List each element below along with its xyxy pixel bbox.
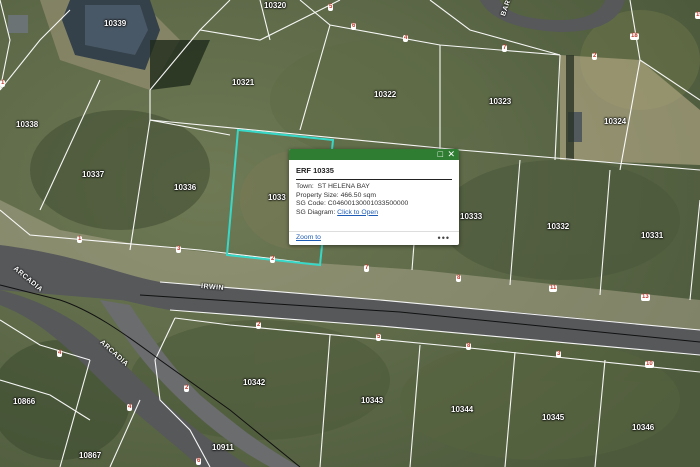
segment-number: 1 [0,80,6,87]
popup-divider [296,179,452,180]
popup-row-sg-code: SG Code: C04600130001033500000 [296,200,459,209]
popup-row-town: Town: ST HELENA BAY [296,183,459,192]
segment-number: 7 [364,265,370,272]
segment-number: 3 [176,246,182,253]
parcel-label: 10344 [451,405,474,414]
parcel-label: 10866 [13,397,36,406]
segment-number: 11 [549,285,558,292]
sg-code-label: SG Code: [296,200,326,207]
parcel-info-popup: □ ✕ ERF 10335 Town: ST HELENA BAY Proper… [289,149,459,245]
town-value: ST HELENA BAY [317,183,370,190]
segment-number: 18 [630,33,639,40]
segment-number: 10 [645,361,654,368]
parcel-label: 10321 [232,78,255,87]
parcel-label: 10911 [212,443,234,452]
segment-number: 7 [502,45,508,52]
popup-footer: Zoom to ••• [289,231,459,245]
zoom-to-link[interactable]: Zoom to [296,234,321,241]
parcel-label: 10343 [361,396,384,405]
parcel-label: 10331 [641,231,664,240]
segment-number: 4 [127,404,133,411]
parcel-label: 10336 [174,183,197,192]
more-options-icon[interactable]: ••• [438,233,450,243]
size-label: Property Size: [296,191,339,199]
segment-number: 4 [403,35,409,42]
parcel-label: 10337 [82,170,105,179]
parcel-label: 10346 [632,423,655,432]
town-label: Town: [296,183,314,190]
popup-header: □ ✕ [289,149,459,160]
segment-number: 6 [351,23,357,30]
parcel-label: 10345 [542,413,565,422]
size-value: 466.50 sqm [340,191,377,199]
segment-number: 4 [57,350,63,357]
parcel-label: 10342 [243,378,266,387]
segment-number: 2 [256,322,262,329]
sg-diagram-link[interactable]: Click to Open [337,209,378,216]
segment-number: 2 [270,256,276,263]
segment-number: 8 [456,275,462,282]
segment-number: 19 [695,12,700,19]
parcel-label: 10332 [547,222,570,231]
parcel-label: 10339 [104,19,127,28]
close-icon[interactable]: ✕ [447,149,455,160]
sg-code-value: C04600130001033500000 [327,200,409,207]
parcel-label: 10333 [460,212,483,221]
segment-number: 2 [592,53,598,60]
parcel-label: 10323 [489,97,512,106]
parcel-label: 10338 [16,120,39,129]
popup-row-sg-diagram: SG Diagram: Click to Open [296,209,459,218]
segment-number: 5 [376,334,382,341]
parcel-label-selected: 1033 [268,193,286,202]
segment-number: 5 [328,4,334,11]
parcel-label: 10324 [604,117,627,126]
segment-number: 1 [77,236,83,243]
segment-number: 13 [641,294,650,301]
segment-number: 8 [466,343,472,350]
popup-row-size: Property Size: 466.50 sqm [296,192,459,201]
maximize-icon[interactable]: □ [438,149,443,160]
popup-title: ERF 10335 [296,166,334,175]
parcel-label: 10320 [264,1,287,10]
parcel-label: 10867 [79,451,102,460]
segment-number: 6 [196,458,202,465]
segment-number: 3 [556,351,562,358]
parcel-label: 10322 [374,90,397,99]
sg-diagram-label: SG Diagram: [296,208,336,216]
segment-number: 2 [184,385,190,392]
